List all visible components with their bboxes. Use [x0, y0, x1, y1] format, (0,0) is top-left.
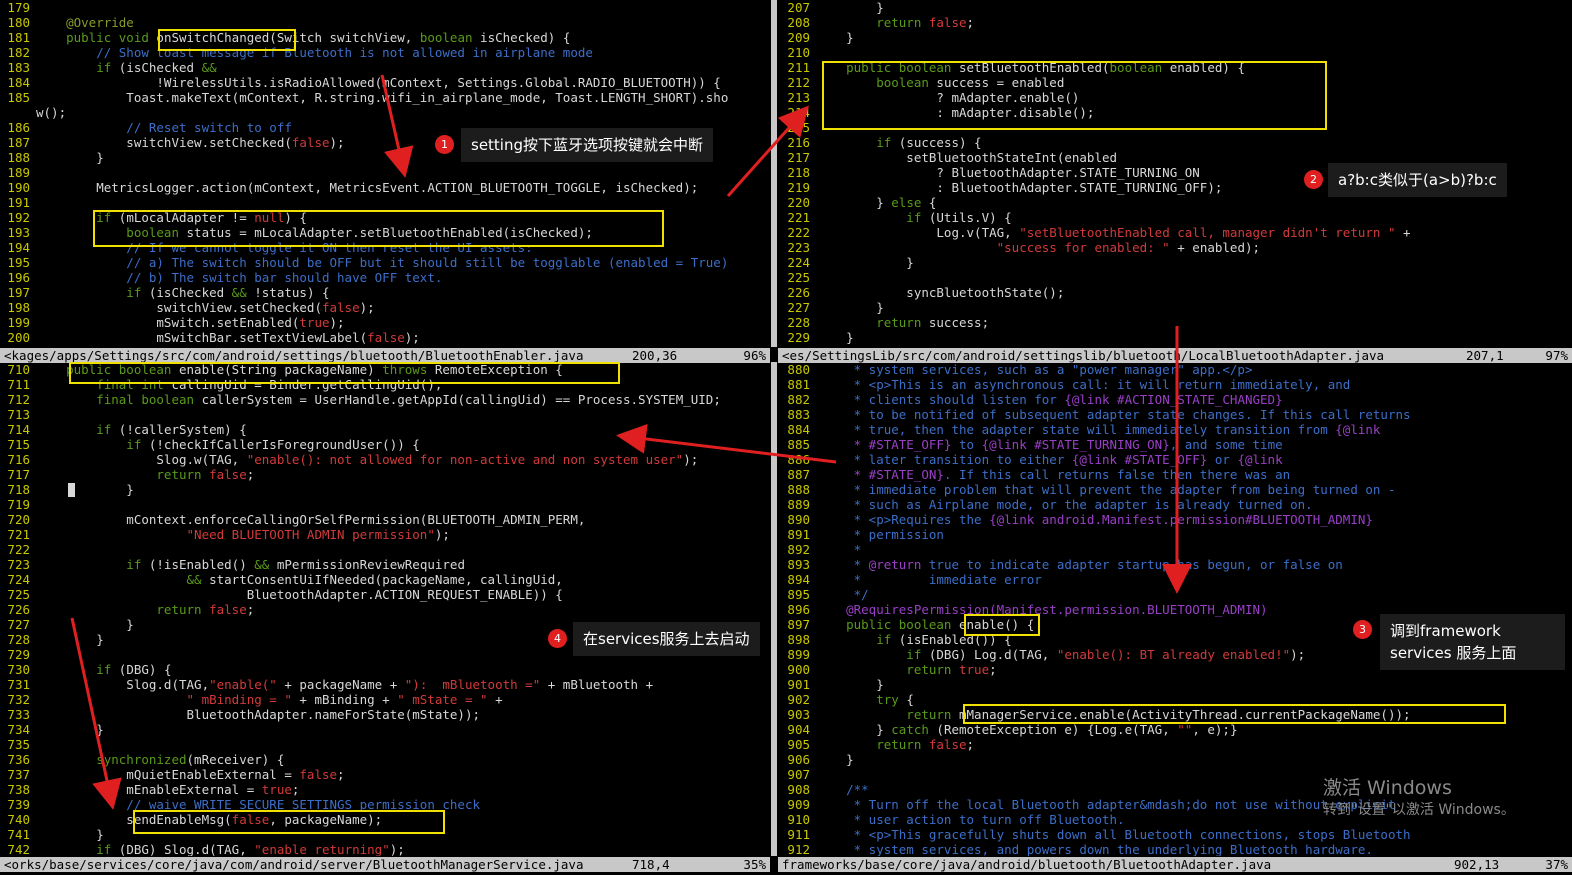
annotation-note-2: a?b:c类似于(a>b)?b:c	[1328, 163, 1507, 197]
annotation-note-4: 在services服务上去启动	[573, 622, 760, 656]
activation-watermark-subtitle: 转到"设置"以激活 Windows。	[1323, 802, 1515, 818]
annotation-note-1: setting按下蓝牙选项按键就会中断	[461, 128, 714, 162]
arrow-down-to-sendenablemsg	[70, 617, 122, 810]
annotation-badge-3: 3	[1353, 620, 1372, 639]
arrow-down-to-call	[380, 74, 414, 178]
activation-watermark-title: 激活 Windows	[1323, 777, 1452, 799]
arrow-to-local-adapter	[726, 105, 810, 198]
annotation-badge-4: 4	[548, 629, 567, 648]
arrow-overlay	[70, 74, 1192, 810]
annotation-note-3: 调到framework services 服务上面	[1380, 614, 1565, 670]
annotation-badge-1: 1	[435, 135, 454, 154]
annotation-badge-2: 2	[1304, 170, 1323, 189]
arrow-to-manager-service	[616, 424, 837, 464]
